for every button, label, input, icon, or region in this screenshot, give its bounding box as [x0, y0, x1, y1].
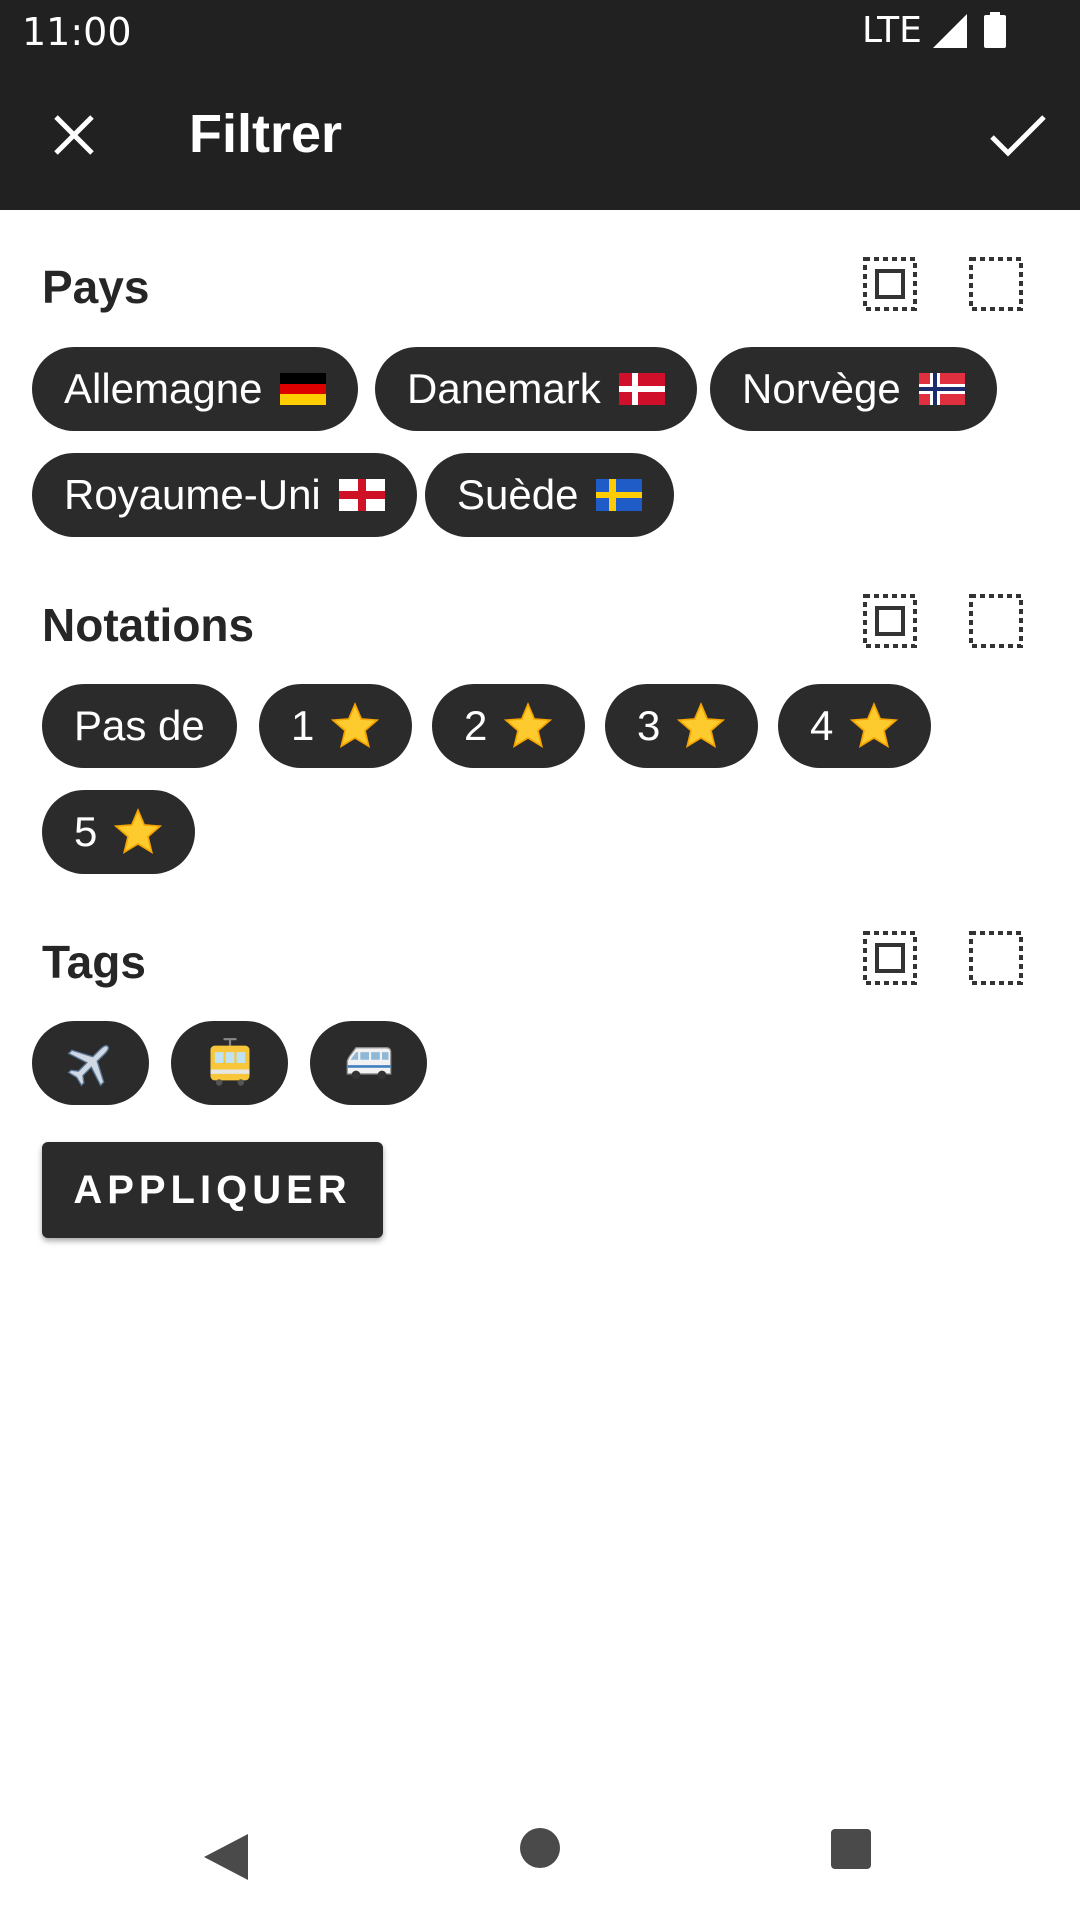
chip-country-allemagne[interactable]: Allemagne — [32, 347, 359, 431]
airplane-icon — [67, 1045, 109, 1087]
app-bar: Filtrer — [0, 63, 1080, 210]
chip-label: 4 — [810, 702, 834, 749]
chip-tag-tram[interactable] — [171, 1021, 288, 1105]
star-icon — [331, 701, 380, 748]
section-title-notations: Notations — [42, 599, 255, 651]
signal-icon — [933, 14, 967, 48]
chip-country-danemark[interactable]: Danemark — [375, 347, 697, 431]
star-icon — [677, 701, 726, 748]
section-title-tags: Tags — [42, 936, 146, 988]
recent-apps-icon[interactable] — [831, 1829, 871, 1869]
chip-country-royaume-uni[interactable]: Royaume-Uni — [32, 453, 417, 537]
network-type: LTE — [862, 10, 922, 51]
england-flag-icon — [338, 479, 385, 511]
chip-rating-2[interactable]: 2 — [432, 684, 586, 768]
chip-country-norvege[interactable]: Norvège — [710, 347, 997, 431]
chip-label: Danemark — [407, 365, 601, 412]
deselect-all-icon[interactable] — [968, 930, 1024, 986]
chip-country-suede[interactable]: Suède — [425, 453, 675, 537]
chip-rating-3[interactable]: 3 — [605, 684, 759, 768]
status-time: 11:00 — [22, 10, 132, 54]
select-all-icon[interactable] — [862, 593, 918, 649]
apply-button[interactable]: APPLIQUER — [42, 1142, 383, 1238]
tram-icon — [210, 1038, 249, 1086]
home-icon[interactable] — [520, 1828, 560, 1868]
navigation-bar — [0, 1790, 1080, 1920]
star-icon — [504, 701, 553, 748]
chip-tag-airplane[interactable] — [32, 1021, 149, 1105]
check-icon[interactable] — [986, 107, 1050, 163]
chip-rating-4[interactable]: 4 — [778, 684, 932, 768]
chip-label: Pas de — [74, 702, 205, 749]
chip-label: Allemagne — [64, 365, 263, 412]
close-icon[interactable] — [46, 107, 102, 163]
select-all-icon[interactable] — [862, 930, 918, 986]
back-icon[interactable] — [202, 1832, 250, 1882]
status-bar: 11:00 LTE — [0, 0, 1080, 63]
select-all-icon[interactable] — [862, 256, 918, 312]
chip-label: 5 — [74, 808, 98, 855]
page-title: Filtrer — [189, 104, 343, 164]
star-icon — [850, 701, 899, 748]
chip-label: Norvège — [742, 365, 901, 412]
denmark-flag-icon — [618, 373, 665, 405]
section-title-pays: Pays — [42, 261, 150, 313]
chip-rating-none[interactable]: Pas de — [42, 684, 237, 768]
minibus-icon — [346, 1047, 391, 1080]
germany-flag-icon — [280, 373, 327, 405]
chip-rating-5[interactable]: 5 — [42, 790, 196, 874]
battery-icon — [984, 12, 1006, 48]
chip-label: Suède — [457, 471, 579, 518]
norway-flag-icon — [918, 373, 965, 405]
chip-label: 2 — [464, 702, 488, 749]
star-icon — [114, 807, 163, 854]
chip-tag-minibus[interactable] — [310, 1021, 427, 1105]
chip-label: Royaume-Uni — [64, 471, 321, 518]
deselect-all-icon[interactable] — [968, 256, 1024, 312]
sweden-flag-icon — [596, 479, 643, 511]
chip-label: 3 — [637, 702, 661, 749]
chip-label: 1 — [291, 702, 315, 749]
deselect-all-icon[interactable] — [968, 593, 1024, 649]
chip-rating-1[interactable]: 1 — [259, 684, 413, 768]
